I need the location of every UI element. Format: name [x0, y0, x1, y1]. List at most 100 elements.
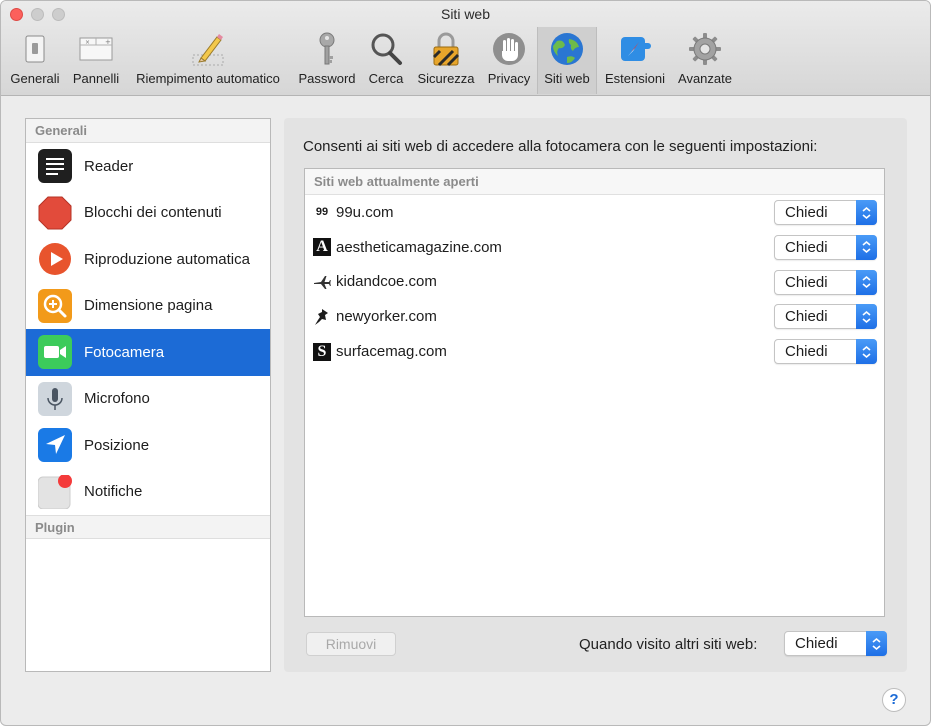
tab-pannelli[interactable]: × + Pannelli [67, 27, 125, 94]
table-row[interactable]: 99 99u.com Chiedi [305, 195, 884, 230]
select-value: Chiedi [785, 204, 828, 221]
plane-icon [313, 273, 331, 291]
preferences-window: Siti web Generali × + Pannelli Riempimen… [0, 0, 931, 726]
other-sites-select[interactable]: Chiedi [784, 631, 887, 656]
tab-label: Cerca [368, 71, 404, 86]
sidebar-section-plugin: Plugin [26, 515, 270, 539]
updown-arrows-icon [866, 631, 887, 656]
panel-heading: Consenti ai siti web di accedere alla fo… [303, 138, 818, 155]
camera-permission-select[interactable]: Chiedi [774, 269, 877, 295]
other-sites-label: Quando visito altri siti web: [579, 636, 758, 653]
table-header: Siti web attualmente aperti [305, 169, 884, 195]
tab-label: Password [298, 71, 356, 86]
hand-icon [493, 33, 525, 65]
updown-arrows-icon [856, 269, 877, 295]
tab-password[interactable]: Password [293, 27, 361, 94]
sidebar-item-label: Riproduzione automatica [84, 250, 250, 268]
tab-siti-web[interactable]: Siti web [537, 27, 597, 94]
window-title: Siti web [440, 6, 491, 22]
sidebar-item-notifiche[interactable]: Notifiche [26, 469, 270, 516]
camera-icon [38, 335, 72, 370]
updown-arrows-icon [856, 304, 877, 330]
tab-sicurezza[interactable]: Sicurezza [413, 27, 479, 94]
sidebar-item-reader[interactable]: Reader [26, 143, 270, 190]
sidebar-item-posizione[interactable]: Posizione [26, 422, 270, 469]
table-row[interactable]: A aestheticamagazine.com Chiedi [305, 230, 884, 265]
tab-label: Privacy [487, 71, 531, 86]
tab-label: Avanzate [678, 71, 732, 86]
play-icon [39, 243, 71, 276]
zoom-icon [38, 288, 72, 323]
site-name: 99u.com [336, 203, 394, 221]
updown-arrows-icon [856, 234, 877, 260]
sidebar-item-fotocamera[interactable]: Fotocamera [26, 329, 270, 376]
notification-icon [38, 474, 72, 509]
sidebar-item-label: Microfono [84, 390, 150, 408]
sidebar-item-blocchi-contenuti[interactable]: Blocchi dei contenuti [26, 190, 270, 237]
updown-arrows-icon [856, 200, 877, 225]
help-button[interactable]: ? [882, 688, 906, 712]
favicon-99u: 99 [315, 206, 329, 219]
updown-arrows-icon [856, 339, 877, 365]
sidebar-item-label: Posizione [84, 436, 150, 454]
sidebar-item-label: Blocchi dei contenuti [84, 204, 222, 222]
table-row[interactable]: S surfacemag.com Chiedi [305, 334, 884, 369]
tab-label: Sicurezza [417, 71, 475, 86]
sidebar-item-riproduzione-automatica[interactable]: Riproduzione automatica [26, 236, 270, 283]
camera-settings-panel: Consenti ai siti web di accedere alla fo… [284, 118, 907, 672]
tab-label: Estensioni [605, 71, 665, 86]
select-value: Chiedi [795, 635, 838, 652]
select-value: Chiedi [785, 238, 828, 256]
tab-generali[interactable]: Generali [3, 27, 67, 94]
tabs-icon: × + [79, 37, 113, 61]
site-name: newyorker.com [336, 308, 437, 326]
select-value: Chiedi [785, 343, 828, 361]
gear-icon [689, 33, 721, 65]
tab-label: Generali [10, 71, 60, 86]
key-icon [319, 32, 335, 65]
compass-puzzle-icon [621, 37, 651, 61]
tab-avanzate[interactable]: Avanzate [673, 27, 737, 94]
globe-icon [551, 33, 583, 65]
preferences-toolbar: Generali × + Pannelli Riempimento automa… [1, 27, 930, 94]
tab-label: Riempimento automatico [136, 71, 280, 86]
open-websites-table: Siti web attualmente aperti 99 99u.com C… [304, 168, 885, 617]
title-bar: Siti web Generali × + Pannelli Riempimen… [1, 1, 930, 96]
table-row[interactable]: newyorker.com Chiedi [305, 299, 884, 334]
location-icon [38, 428, 72, 463]
tab-label: Siti web [544, 71, 590, 86]
site-name: kidandcoe.com [336, 273, 437, 291]
switch-icon [25, 35, 45, 63]
svg-text:+: + [105, 38, 111, 46]
stop-sign-icon [38, 196, 72, 230]
settings-sidebar: Generali Reader Blocchi dei contenuti Ri [25, 118, 271, 672]
table-row[interactable]: kidandcoe.com Chiedi [305, 265, 884, 300]
microphone-icon [38, 381, 72, 416]
pushpin-icon [313, 308, 331, 326]
tab-privacy[interactable]: Privacy [481, 27, 537, 94]
select-value: Chiedi [785, 273, 828, 291]
svg-text:×: × [85, 39, 90, 46]
select-value: Chiedi [785, 308, 828, 326]
magnifier-icon [371, 33, 402, 65]
site-name: aestheticamagazine.com [336, 238, 502, 256]
favicon-aesthetica: A [313, 238, 331, 257]
camera-permission-select[interactable]: Chiedi [774, 200, 877, 225]
camera-permission-select[interactable]: Chiedi [774, 234, 877, 260]
reader-icon [38, 149, 72, 184]
camera-permission-select[interactable]: Chiedi [774, 304, 877, 330]
site-name: surfacemag.com [336, 343, 447, 361]
camera-permission-select[interactable]: Chiedi [774, 339, 877, 365]
remove-button[interactable]: Rimuovi [306, 632, 396, 656]
tab-cerca[interactable]: Cerca [363, 27, 409, 94]
sidebar-item-label: Fotocamera [84, 343, 165, 361]
sidebar-item-label: Reader [84, 157, 134, 175]
sidebar-item-dimensione-pagina[interactable]: Dimensione pagina [26, 283, 270, 330]
sidebar-item-microfono[interactable]: Microfono [26, 376, 270, 423]
lock-icon [432, 32, 460, 67]
tab-estensioni[interactable]: Estensioni [599, 27, 671, 94]
tab-riempimento-automatico[interactable]: Riempimento automatico [127, 27, 289, 94]
sidebar-section-generali: Generali [26, 119, 270, 143]
pencil-icon [192, 34, 224, 66]
tab-label: Pannelli [72, 71, 120, 86]
